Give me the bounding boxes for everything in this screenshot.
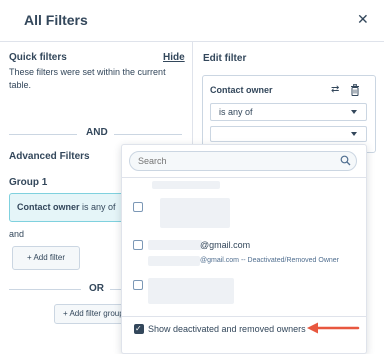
redacted-name-2-sub: [148, 256, 200, 266]
dropdown-footer-separator: [121, 316, 367, 317]
and-divider-right: [114, 134, 182, 135]
hide-quick-filters-link[interactable]: Hide: [163, 52, 185, 63]
close-icon[interactable]: ✕: [357, 11, 369, 27]
filter-chip-operator: is any of: [82, 202, 116, 212]
option-email: @gmail.com: [200, 240, 251, 250]
redacted-name-2: [148, 240, 202, 250]
and-divider-left: [9, 134, 77, 135]
checkmark-icon: ✓: [135, 324, 142, 333]
search-input[interactable]: [129, 151, 357, 171]
edit-filter-property: Contact owner: [210, 85, 273, 95]
show-deactivated-checkbox[interactable]: ✓: [134, 324, 144, 334]
advanced-filters-title: Advanced Filters: [9, 151, 90, 162]
operator-select[interactable]: is any of: [210, 103, 367, 121]
filter-chip-contact-owner[interactable]: Contact owner is any of: [9, 193, 137, 222]
and-separator: AND: [86, 127, 108, 138]
quick-filters-description: These filters were set within the curren…: [9, 67, 166, 90]
option-checkbox-3[interactable]: [133, 280, 143, 290]
operator-chevron-down-icon[interactable]: [351, 110, 357, 114]
search-icon: [340, 155, 351, 166]
dropdown-separator: [121, 177, 367, 178]
redacted-option-1: [160, 198, 230, 228]
value-chevron-down-icon[interactable]: [351, 132, 357, 136]
show-deactivated-label[interactable]: Show deactivated and removed owners: [148, 324, 306, 334]
quick-filters-title: Quick filters: [9, 52, 67, 63]
filter-chip-property: Contact owner: [17, 202, 80, 212]
redacted-option-partial: [152, 181, 220, 189]
modal-title: All Filters: [24, 12, 88, 28]
or-divider-left: [9, 289, 81, 290]
edit-filter-title: Edit filter: [203, 53, 247, 64]
option-checkbox-2[interactable]: [133, 240, 143, 250]
or-separator: OR: [89, 283, 104, 294]
option-checkbox-1[interactable]: [133, 202, 143, 212]
option-email-subtext: @gmail.com -- Deactivated/Removed Owner: [200, 257, 339, 264]
swap-icon[interactable]: ⇄: [331, 84, 339, 95]
and-label: and: [9, 229, 25, 239]
group-title: Group 1: [9, 177, 48, 188]
trash-icon[interactable]: [350, 84, 360, 96]
value-select[interactable]: [210, 126, 367, 142]
redacted-option-3: [148, 278, 234, 304]
add-filter-button[interactable]: + Add filter: [12, 246, 80, 270]
annotation-arrow-icon: [307, 322, 360, 334]
